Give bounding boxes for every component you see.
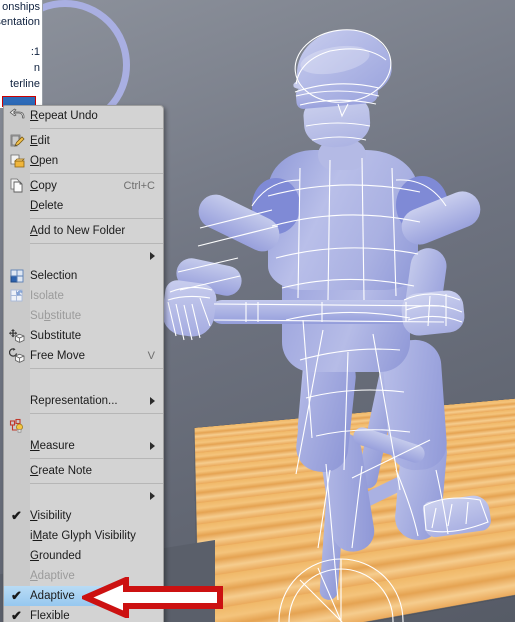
menu-item-free-rotate[interactable]: Free Move V [4, 346, 163, 366]
menu-item-label: Substitute [30, 310, 155, 322]
model-browser-panel[interactable]: onships sentation :1 n terline [0, 0, 43, 108]
menu-item-accelerator: Ctrl+C [124, 180, 155, 192]
menu-item-isolate[interactable]: Selection [4, 266, 163, 286]
menu-item-label: Create Note [30, 465, 155, 477]
menu-item-representation[interactable] [4, 371, 163, 391]
menu-item-copy[interactable]: Copy Ctrl+C [4, 176, 163, 196]
menu-item-label: Representation... [30, 395, 142, 407]
chevron-right-icon [150, 492, 155, 500]
isolate-icon [9, 268, 25, 284]
menu-item-open[interactable]: Open [4, 151, 163, 171]
menu-item-label: Copy [30, 180, 114, 192]
show-relationships-icon [9, 418, 25, 434]
chevron-right-icon [150, 442, 155, 450]
menu-item-label: Edit [30, 135, 155, 147]
menu-item-label: Isolate [30, 290, 155, 302]
rider-right-hand [400, 289, 466, 337]
menu-item-label: iMate Glyph Visibility [30, 530, 155, 542]
menu-item-label: Free Move [30, 350, 138, 362]
checkmark-icon: ✔ [11, 509, 24, 522]
free-rotate-icon [9, 348, 25, 364]
menu-item-imate-glyph-visibility[interactable]: iMate Glyph Visibility [4, 526, 163, 546]
menu-item-measure[interactable]: Measure [4, 436, 163, 456]
menu-item-repeat-undo[interactable]: Repeat Undo [4, 106, 163, 126]
menu-item-show-relationships[interactable] [4, 416, 163, 436]
open-folder-icon [9, 153, 25, 169]
menu-item-label: Measure [30, 440, 142, 452]
menu-item-grounded[interactable]: Grounded [4, 546, 163, 566]
rider-left-hand [159, 279, 218, 340]
copy-pages-icon [9, 178, 25, 194]
free-move-icon [9, 328, 25, 344]
application-window: onships sentation :1 n terline Repeat Un… [0, 0, 515, 622]
menu-item-label: Visibility [30, 510, 145, 522]
menu-item-label: Repeat Undo [30, 110, 155, 122]
menu-item-add-to-new-folder[interactable]: Add to New Folder [4, 221, 163, 241]
menu-item-undo-isolate: Isolate [4, 286, 163, 306]
undo-arrow-icon [9, 108, 25, 124]
menu-item-free-move[interactable]: Substitute [4, 326, 163, 346]
menu-item-substitute: Substitute [4, 306, 163, 326]
menu-item-label: Substitute [30, 330, 145, 342]
chevron-right-icon [150, 252, 155, 260]
menu-item-create-note[interactable]: Create Note [4, 461, 163, 481]
rider-right-shoe [422, 494, 492, 539]
undo-isolate-icon [9, 288, 25, 304]
menu-item-accelerator: V [148, 350, 155, 362]
menu-item-label: Selection [30, 270, 155, 282]
component-context-menu[interactable]: Repeat Undo Edit Open Copy Ctrl+C Delete… [3, 105, 164, 622]
menu-item-delete[interactable]: Delete [4, 196, 163, 216]
tree-node-relationships[interactable]: onships [2, 1, 40, 13]
menu-item-component[interactable]: Representation... [4, 391, 163, 411]
menu-item-label: Add to New Folder [30, 225, 155, 237]
menu-item-selection[interactable] [4, 246, 163, 266]
tree-node-origin[interactable]: n [34, 62, 40, 74]
edit-pencil-icon [9, 133, 25, 149]
menu-item-label: Open [30, 155, 155, 167]
checkmark-icon: ✔ [11, 589, 24, 602]
menu-item-visibility[interactable]: ✔ Visibility [4, 506, 163, 526]
tree-node-centerline[interactable]: terline [10, 78, 40, 90]
menu-item-label: Grounded [30, 550, 155, 562]
menu-item-bom-structure[interactable] [4, 486, 163, 506]
tree-node-representation[interactable]: sentation [0, 16, 40, 28]
checkmark-icon: ✔ [11, 609, 24, 622]
chevron-right-icon [150, 397, 155, 405]
tree-node-instance[interactable]: :1 [31, 46, 40, 58]
menu-item-edit[interactable]: Edit [4, 131, 163, 151]
menu-item-label: Delete [30, 200, 155, 212]
annotation-arrow [82, 577, 224, 618]
